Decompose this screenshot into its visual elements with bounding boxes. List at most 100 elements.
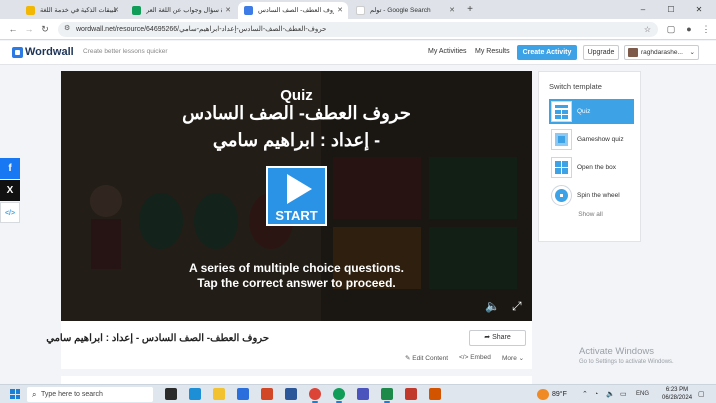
create-activity-button[interactable]: Create Activity <box>517 45 577 60</box>
facebook-icon: f <box>8 163 12 174</box>
share-button[interactable]: ➦ Share <box>469 330 526 346</box>
template-open-the-box[interactable]: Open the box <box>549 155 634 180</box>
upgrade-button[interactable]: Upgrade <box>583 45 619 60</box>
x-share-button[interactable]: X <box>0 180 20 201</box>
activity-title-line2: - إعداد : ابراهيم سامي <box>212 130 381 150</box>
app-orange-icon[interactable] <box>429 388 441 400</box>
close-icon[interactable]: ✕ <box>113 2 119 19</box>
teams-icon[interactable] <box>357 388 369 400</box>
browser-tab[interactable]: التطبيقات الذكية في خدمة اللغة ... ✕ <box>20 2 124 19</box>
system-clock[interactable]: 6:23 PM 06/28/2024 <box>662 386 692 402</box>
profile-avatar-icon[interactable]: ● <box>682 19 696 40</box>
template-quiz[interactable]: Quiz <box>549 99 634 124</box>
minimize-button[interactable]: – <box>630 0 656 19</box>
wordwall-logo-icon <box>12 47 23 58</box>
activity-card: Quiz حروف العطف- الصف السادس - إعداد : ا… <box>46 71 532 369</box>
forward-icon[interactable]: → <box>22 19 36 40</box>
share-label: Share <box>492 334 511 341</box>
switch-template-panel: Switch template Quiz Gameshow quiz Open … <box>538 71 641 242</box>
battery-icon[interactable]: ▭ <box>620 385 627 403</box>
app-red-icon[interactable] <box>405 388 417 400</box>
more-menu[interactable]: More ⌄ <box>502 354 524 362</box>
browser-tab-active[interactable]: حروف العطف- الصف السادس - ... ✕ <box>238 2 348 19</box>
volume-icon[interactable]: 🔈 <box>485 299 500 313</box>
file-explorer-icon[interactable] <box>213 388 225 400</box>
embed-share-button[interactable]: </> <box>0 202 20 223</box>
username: raghdarashe... <box>641 49 683 56</box>
tab-title: التطبيقات الذكية في خدمة اللغة ... <box>40 7 116 14</box>
user-menu-button[interactable]: raghdarashe... ⌄ <box>624 45 699 60</box>
activity-player[interactable]: Quiz حروف العطف- الصف السادس - إعداد : ا… <box>61 71 532 321</box>
volume-icon[interactable]: 🔈 <box>606 385 615 403</box>
search-icon: ⌕ <box>32 390 37 399</box>
language-indicator[interactable]: ENG <box>636 385 649 403</box>
store-icon[interactable] <box>237 388 249 400</box>
reload-icon[interactable]: ↻ <box>38 19 52 40</box>
chevron-down-icon: ⌄ <box>518 355 525 362</box>
tab-favicon-icon <box>132 6 141 15</box>
embed-icon: </> <box>4 210 16 217</box>
chevron-down-icon: ⌄ <box>689 49 695 56</box>
notifications-icon[interactable]: ▢ <box>698 385 705 403</box>
pencil-icon: ✎ <box>405 355 411 362</box>
bookmark-star-icon[interactable]: ☆ <box>644 22 651 37</box>
start-button[interactable]: START <box>266 166 327 226</box>
gameshow-template-icon <box>551 129 572 150</box>
browser-tab[interactable]: تولم - Google Search ✕ <box>350 2 460 19</box>
tray-chevron-icon[interactable]: ⌃ <box>582 385 588 403</box>
new-tab-button[interactable]: + <box>464 2 476 17</box>
tab-favicon-icon <box>244 6 253 15</box>
x-icon: X <box>6 185 14 196</box>
menu-dots-icon[interactable]: ⋮ <box>699 19 713 40</box>
temperature[interactable]: 89°F <box>552 385 567 403</box>
show-all-link[interactable]: Show all <box>539 211 642 218</box>
powerpoint-icon[interactable] <box>261 388 273 400</box>
close-icon[interactable]: ✕ <box>449 2 455 19</box>
play-icon <box>287 174 312 204</box>
weather-icon[interactable] <box>537 389 549 400</box>
extension-icon[interactable]: ▢ <box>664 19 678 40</box>
tab-title: فقرة سؤال وجواب عن اللغة العر... <box>146 7 222 14</box>
tab-title: حروف العطف- الصف السادس - ... <box>258 7 334 14</box>
activity-title: حروف العطف- الصف السادس - إعداد : ابراهي… <box>46 333 269 344</box>
edge-icon[interactable] <box>189 388 201 400</box>
close-icon[interactable]: ✕ <box>225 2 231 19</box>
my-results-link[interactable]: My Results <box>475 48 510 55</box>
next-section-card <box>61 376 532 384</box>
browser-tab[interactable]: فقرة سؤال وجواب عن اللغة العر... ✕ <box>126 2 236 19</box>
app-green-icon[interactable] <box>381 388 393 403</box>
tab-title: تولم - Google Search <box>370 7 431 14</box>
edit-content-link[interactable]: ✎ Edit Content <box>405 354 448 362</box>
facebook-share-button[interactable]: f <box>0 158 20 179</box>
tab-favicon-icon <box>26 6 35 15</box>
fullscreen-icon[interactable]: ⤢ <box>512 299 522 314</box>
code-icon: </> <box>459 354 469 361</box>
chrome-profile-icon[interactable] <box>333 388 345 403</box>
template-spin-the-wheel[interactable]: Spin the wheel <box>549 183 634 208</box>
site-header: Wordwall Create better lessons quicker M… <box>0 41 716 65</box>
network-icon[interactable]: ◔ <box>594 385 598 403</box>
windows-start-icon[interactable] <box>10 389 20 399</box>
url-text[interactable]: wordwall.net/resource/64695266/حروف-العط… <box>76 22 327 37</box>
chrome-icon[interactable] <box>309 388 321 403</box>
activity-title-line1: حروف العطف- الصف السادس <box>182 103 411 123</box>
wheel-template-icon <box>551 185 572 206</box>
word-icon[interactable] <box>285 388 297 400</box>
windows-taskbar: ⌕ Type here to search 89°F ⌃ ◔ 🔈 ▭ ENG 6… <box>0 384 716 403</box>
task-view-icon[interactable] <box>165 388 177 400</box>
my-activities-link[interactable]: My Activities <box>428 48 467 55</box>
embed-link[interactable]: </> Embed <box>459 354 491 361</box>
template-label: Quiz <box>280 87 313 104</box>
back-icon[interactable]: ← <box>6 19 20 40</box>
taskbar-search-box[interactable]: ⌕ Type here to search <box>27 387 153 402</box>
switch-template-title: Switch template <box>549 82 602 91</box>
url-bar[interactable]: ⚙ wordwall.net/resource/64695266/حروف-ال… <box>58 22 658 37</box>
search-placeholder: Type here to search <box>41 391 103 398</box>
close-window-button[interactable]: ✕ <box>686 0 712 19</box>
template-gameshow-quiz[interactable]: Gameshow quiz <box>549 127 634 152</box>
start-label: START <box>275 208 318 223</box>
close-icon[interactable]: ✕ <box>337 2 343 19</box>
share-icon: ➦ <box>484 334 491 341</box>
maximize-button[interactable]: ☐ <box>658 0 684 19</box>
site-info-icon[interactable]: ⚙ <box>64 24 70 32</box>
